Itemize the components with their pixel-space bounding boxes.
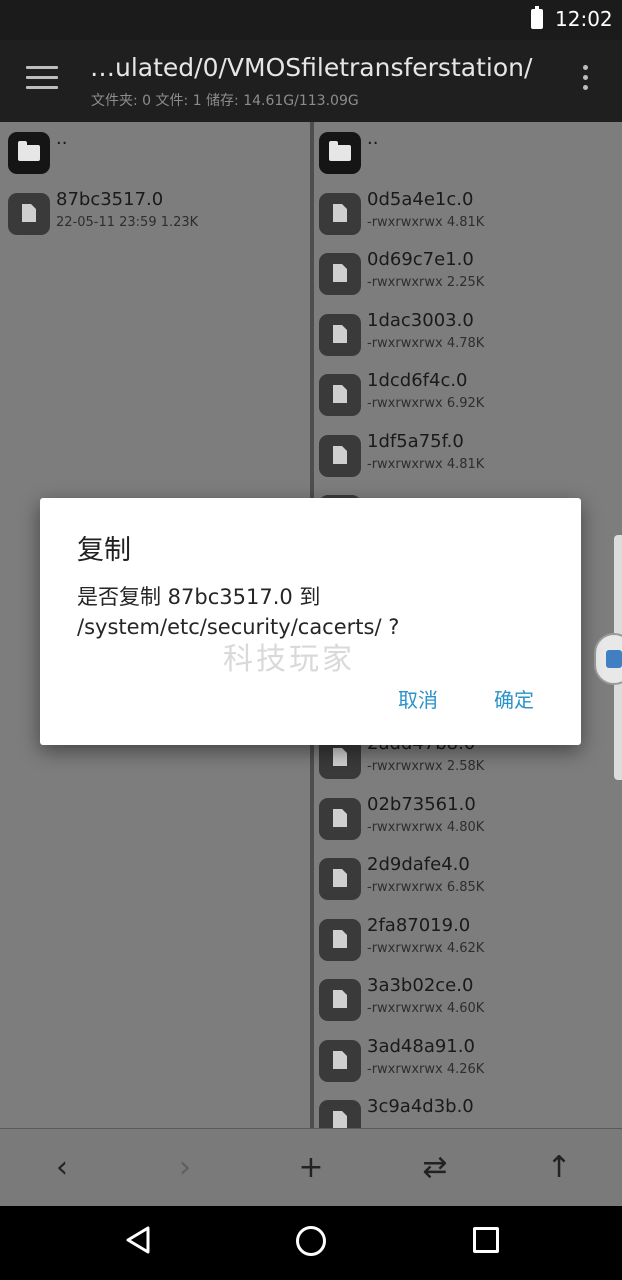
list-item-file[interactable]: 1dac3003.0 -rwxrwxrwx 4.78K — [319, 306, 619, 362]
item-meta: -rwxrwxrwx 4.62K — [367, 941, 485, 956]
file-icon — [319, 919, 361, 961]
item-meta: -rwxrwxrwx 6.92K — [367, 396, 485, 411]
item-name: 3ad48a91.0 — [367, 1036, 475, 1057]
status-bar: 12:02 — [0, 0, 622, 40]
list-item-file[interactable]: 3c9a4d3b.0 — [319, 1092, 619, 1128]
list-item-file[interactable]: 0d69c7e1.0 -rwxrwxrwx 2.25K — [319, 245, 619, 301]
item-name: 2d9dafe4.0 — [367, 854, 470, 875]
nav-recents-icon[interactable] — [473, 1227, 499, 1253]
item-name: 87bc3517.0 — [56, 189, 164, 210]
item-name: 1dcd6f4c.0 — [367, 370, 468, 391]
item-name: .. — [367, 128, 379, 149]
dialog-message: 是否复制 87bc3517.0 到 /system/etc/security/c… — [77, 582, 557, 642]
forward-arrow-icon[interactable]: › — [165, 1149, 205, 1187]
item-name: 0d5a4e1c.0 — [367, 189, 474, 210]
list-item-file[interactable]: 2d9dafe4.0 -rwxrwxrwx 6.85K — [319, 850, 619, 906]
list-item-file[interactable]: 3a3b02ce.0 -rwxrwxrwx 4.60K — [319, 971, 619, 1027]
item-meta: -rwxrwxrwx 4.26K — [367, 1062, 485, 1077]
list-item-parent-folder[interactable]: .. — [8, 124, 308, 180]
list-item-file[interactable]: 3ad48a91.0 -rwxrwxrwx 4.26K — [319, 1032, 619, 1088]
list-item-parent-folder[interactable]: .. — [319, 124, 619, 180]
item-name: 0d69c7e1.0 — [367, 249, 474, 270]
list-item-file[interactable]: 1dcd6f4c.0 -rwxrwxrwx 6.92K — [319, 366, 619, 422]
file-icon — [8, 193, 50, 235]
file-icon — [319, 798, 361, 840]
more-options-icon[interactable] — [580, 65, 590, 95]
item-name: 3a3b02ce.0 — [367, 975, 474, 996]
hamburger-menu-icon[interactable] — [26, 66, 58, 92]
status-clock: 12:02 — [555, 7, 613, 31]
file-icon — [319, 858, 361, 900]
file-icon — [319, 979, 361, 1021]
add-icon[interactable]: + — [291, 1149, 331, 1187]
swap-panes-icon[interactable]: ⇄ — [415, 1149, 455, 1187]
folder-icon — [8, 132, 50, 174]
app-bar: …ulated/0/VMOSfiletransferstation/ 文件夹: … — [0, 40, 622, 122]
item-name: 02b73561.0 — [367, 794, 476, 815]
file-icon — [319, 253, 361, 295]
floating-app-bubble-icon[interactable] — [594, 633, 622, 685]
dialog-title: 复制 — [77, 535, 131, 566]
cancel-button[interactable]: 取消 — [392, 680, 444, 717]
file-icon — [319, 314, 361, 356]
current-path: …ulated/0/VMOSfiletransferstation/ — [90, 53, 533, 82]
list-item-file[interactable]: 1df5a75f.0 -rwxrwxrwx 4.81K — [319, 427, 619, 483]
list-item-file[interactable]: 2fa87019.0 -rwxrwxrwx 4.62K — [319, 911, 619, 967]
file-icon — [319, 1100, 361, 1128]
item-meta: -rwxrwxrwx 4.78K — [367, 336, 485, 351]
back-arrow-icon[interactable]: ‹ — [42, 1149, 82, 1187]
list-item-file[interactable]: 02b73561.0 -rwxrwxrwx 4.80K — [319, 790, 619, 846]
item-name: 3c9a4d3b.0 — [367, 1096, 474, 1117]
nav-home-icon[interactable] — [296, 1226, 326, 1256]
item-meta: -rwxrwxrwx 2.25K — [367, 275, 485, 290]
item-meta: -rwxrwxrwx 4.81K — [367, 215, 485, 230]
file-icon — [319, 374, 361, 416]
item-meta: -rwxrwxrwx 2.58K — [367, 759, 485, 774]
list-item-file[interactable]: 87bc3517.0 22-05-11 23:59 1.23K — [8, 185, 308, 241]
copy-confirm-dialog: 复制 是否复制 87bc3517.0 到 /system/etc/securit… — [40, 498, 581, 745]
file-icon — [319, 193, 361, 235]
folder-icon — [319, 132, 361, 174]
item-meta: -rwxrwxrwx 6.85K — [367, 880, 485, 895]
item-name: 2fa87019.0 — [367, 915, 471, 936]
watermark-text: 科技玩家 — [223, 642, 355, 677]
item-name: 1df5a75f.0 — [367, 431, 464, 452]
list-item-file[interactable]: 0d5a4e1c.0 -rwxrwxrwx 4.81K — [319, 185, 619, 241]
dialog-message-line-1: 是否复制 87bc3517.0 到 — [77, 585, 321, 609]
item-meta: 22-05-11 23:59 1.23K — [56, 215, 199, 230]
file-icon — [319, 435, 361, 477]
storage-info: 文件夹: 0 文件: 1 储存: 14.61G/113.09G — [91, 93, 359, 109]
confirm-button[interactable]: 确定 — [488, 680, 540, 717]
item-name: 1dac3003.0 — [367, 310, 474, 331]
bottom-toolbar: ‹ › + ⇄ ↑ — [0, 1128, 622, 1206]
item-meta: -rwxrwxrwx 4.81K — [367, 457, 485, 472]
system-nav-bar — [0, 1206, 622, 1280]
item-meta: -rwxrwxrwx 4.60K — [367, 1001, 485, 1016]
item-meta: -rwxrwxrwx 4.80K — [367, 820, 485, 835]
battery-icon — [531, 6, 543, 29]
up-arrow-icon[interactable]: ↑ — [539, 1149, 579, 1187]
item-name: .. — [56, 128, 68, 149]
file-icon — [319, 1040, 361, 1082]
nav-back-icon[interactable] — [124, 1225, 154, 1255]
